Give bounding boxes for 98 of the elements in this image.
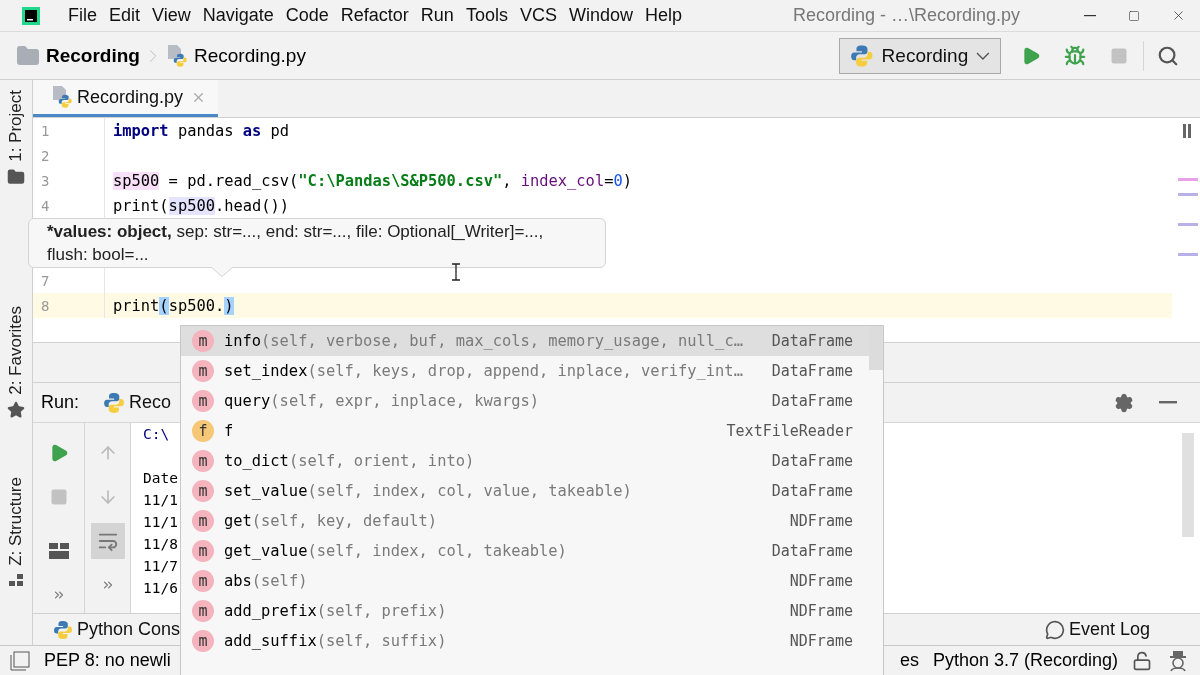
speech-bubble-icon (1044, 619, 1065, 640)
scrollbar-thumb[interactable] (869, 326, 883, 370)
stop-icon (1110, 46, 1128, 65)
run-tab[interactable]: Reco (103, 391, 172, 414)
menu-item[interactable]: Navigate (202, 5, 274, 26)
python-file-icon (165, 43, 188, 68)
output-line: Date (143, 469, 178, 488)
tool-window-button[interactable]: Z: Structure (6, 476, 26, 588)
python-console-button[interactable]: Python Cons (53, 619, 181, 640)
field-badge-icon: f (192, 420, 214, 442)
method-badge-icon: m (192, 390, 214, 412)
editor-tab[interactable]: Recording.py (33, 80, 219, 117)
completion-item[interactable]: m set_value(self, index, col, value, takeable) DataFrame (181, 476, 869, 506)
soft-wrap-button[interactable] (90, 523, 125, 559)
method-badge-icon: m (192, 360, 214, 382)
stripe-mark[interactable] (1178, 178, 1198, 181)
method-badge-icon: m (192, 330, 214, 352)
lock-icon[interactable] (1132, 650, 1152, 671)
panel-toggle-icon[interactable] (10, 650, 30, 671)
output-line: 11/1 (143, 513, 178, 532)
run-panel-label: Run: (41, 392, 80, 413)
breadcrumb-item[interactable]: Recording.py (193, 44, 306, 67)
window-title: Recording - …\Recording.py (792, 5, 1020, 26)
python-icon (850, 43, 874, 68)
code-line: print(sp500.head()) (112, 196, 290, 215)
code-line: sp500 = pd.read_csv("C:\Pandas\S&P500.csv", index_col=0) (112, 171, 632, 190)
method-badge-icon: m (192, 450, 214, 472)
layout-icon (48, 543, 69, 559)
method-badge-icon: m (192, 480, 214, 502)
stripe-mark[interactable] (1178, 193, 1198, 196)
pause-icon (1182, 124, 1192, 138)
parameter-info-text: *values: object, sep: str=..., end: str=..., file: Optional[_Writer]=..., flush: bool=... (47, 222, 544, 264)
menu-item[interactable]: Edit (109, 5, 141, 26)
minimize-icon (1084, 14, 1096, 17)
run-configuration-dropdown[interactable]: Recording (839, 37, 1001, 74)
completion-item[interactable]: m add_suffix(self, suffix) NDFrame (181, 626, 869, 656)
method-badge-icon: m (192, 510, 214, 532)
output-line: 11/1 (143, 491, 178, 510)
method-badge-icon: m (192, 600, 214, 622)
stop-icon (49, 488, 68, 506)
text-cursor-icon (451, 263, 461, 281)
status-message: PEP 8: no newli (44, 650, 171, 671)
code-line: print(sp500.) (112, 296, 234, 315)
bug-icon (1064, 44, 1086, 67)
line-number: 3 (33, 168, 105, 193)
line-number: 1 (33, 118, 105, 143)
minimize-icon (1159, 401, 1177, 404)
status-item[interactable]: es (899, 650, 919, 671)
settings-icon (1114, 392, 1134, 413)
folder-icon (16, 43, 40, 68)
completion-item[interactable]: m query(self, expr, inplace, kwargs) DataFrame (181, 386, 869, 416)
method-badge-icon: m (192, 630, 214, 652)
python-icon (103, 391, 126, 414)
completion-item[interactable]: m get(self, key, default) NDFrame (181, 506, 869, 536)
line-number: 8 (33, 293, 105, 318)
search-icon (1157, 44, 1179, 67)
completion-item[interactable]: m set_index(self, keys, drop, append, inplace, verify_int… DataFrame (181, 356, 869, 386)
python-icon (53, 619, 73, 640)
tool-window-button[interactable]: 1: Project (6, 90, 26, 186)
inspector-figure-icon[interactable] (1168, 649, 1188, 672)
completion-item[interactable]: m get_value(self, index, col, takeable) DataFrame (181, 536, 869, 566)
output-line: 11/6 (143, 579, 178, 598)
line-number: 2 (33, 143, 105, 168)
scrollbar-thumb[interactable] (1182, 433, 1194, 537)
tool-window-button[interactable]: 2: Favorites (6, 305, 26, 419)
play-icon (1021, 45, 1041, 66)
completion-item[interactable]: m add_prefix(self, prefix) NDFrame (181, 596, 869, 626)
stripe-mark[interactable] (1178, 253, 1198, 256)
breadcrumb-item[interactable]: Recording (46, 44, 140, 67)
structure-icon (8, 571, 24, 588)
interpreter-status[interactable]: Python 3.7 (Recording) (932, 650, 1118, 671)
completion-item[interactable]: m to_dict(self, orient, into) DataFrame (181, 446, 869, 476)
menu-item[interactable]: View (152, 5, 191, 26)
completion-item[interactable]: f f TextFileReader (181, 416, 869, 446)
method-badge-icon: m (192, 540, 214, 562)
menu-item[interactable]: Tools (465, 5, 508, 26)
output-line: 11/8 (143, 535, 178, 554)
output-line: C:\ (143, 425, 170, 444)
menu-item[interactable]: Window (568, 5, 633, 26)
menu-item[interactable]: File (68, 5, 97, 26)
chevron-down-icon (976, 51, 990, 60)
menu-item[interactable]: Refactor (340, 5, 409, 26)
maximize-icon (1128, 9, 1140, 22)
completion-item[interactable]: m info(self, verbose, buf, max_cols, memory_usage, null_c… DataFrame (181, 326, 869, 356)
code-line: import pandas as pd (112, 121, 290, 140)
completion-item[interactable]: m abs(self) NDFrame (181, 566, 869, 596)
folder-icon (7, 167, 25, 186)
stripe-mark[interactable] (1178, 223, 1198, 226)
menu-item[interactable]: Code (285, 5, 329, 26)
output-line: 11/7 (143, 557, 178, 576)
app-logo-icon (22, 6, 40, 25)
event-log-button[interactable]: Event Log (1044, 619, 1150, 640)
star-icon (7, 400, 25, 419)
python-file-icon (51, 85, 73, 109)
menu-item[interactable]: VCS (519, 5, 557, 26)
menu-item[interactable]: Run (420, 5, 454, 26)
menu-item[interactable]: Help (644, 5, 682, 26)
method-badge-icon: m (192, 570, 214, 592)
